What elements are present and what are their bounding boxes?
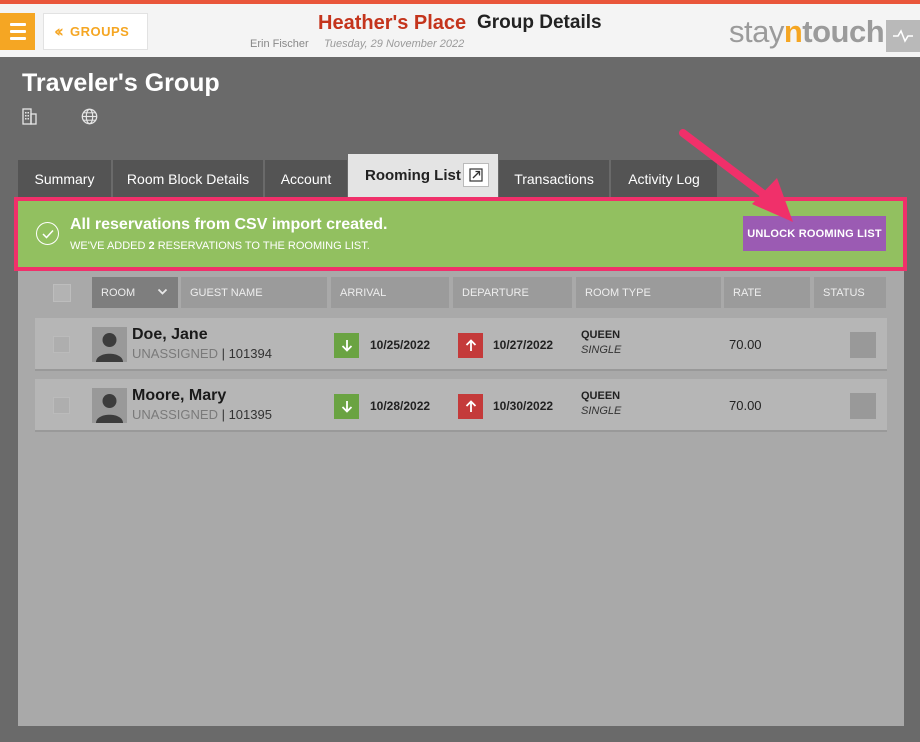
tab-rooming-list[interactable]: Rooming List [348,154,498,197]
tab-transactions[interactable]: Transactions [499,160,609,197]
logo-text-touch: touch [802,14,885,49]
tab-label: Activity Log [628,170,700,187]
tab-label: Rooming List [365,167,461,184]
menu-icon-bar [9,23,26,26]
column-header-room-type: ROOM TYPE [576,277,721,308]
room-type: QUEEN [581,390,621,402]
guest-room-info: UNASSIGNED | 101395 [132,407,272,422]
column-label: DEPARTURE [462,286,529,299]
banner-title: All reservations from CSV import created… [70,216,388,233]
occupancy: SINGLE [581,405,622,417]
page-heading: Group Details [477,12,602,33]
row-checkbox[interactable] [53,336,70,353]
room-type: QUEEN [581,329,621,341]
chevron-down-icon [157,288,168,295]
rooming-list-table-header: ROOM GUEST NAME ARRIVAL DEPARTURE ROOM T… [35,277,887,309]
logo-text-stay: stay [729,14,784,49]
hotel-name: Heather's Place [318,12,467,34]
guest-name[interactable]: Doe, Jane [132,326,208,344]
column-header-rate: RATE [724,277,810,308]
guest-name[interactable]: Moore, Mary [132,387,226,405]
check-circle-icon [36,222,59,245]
logo-text-n: n [783,14,803,49]
column-label: ROOM TYPE [585,286,651,299]
column-header-room: ROOM [101,286,136,299]
tab-room-block-details[interactable]: Room Block Details [113,160,263,197]
tab-label: Room Block Details [126,170,250,187]
arrow-up-icon [458,394,483,419]
room-assignment: UNASSIGNED [132,407,218,422]
column-header-status: STATUS [814,277,886,308]
arrow-up-icon [458,333,483,358]
stayntouch-logo: stayntouch [729,14,885,50]
banner-sub-prefix: WE'VE ADDED [70,240,146,252]
room-assignment: UNASSIGNED [132,346,218,361]
user-name: Erin Fischer [250,38,309,50]
unlock-rooming-list-button[interactable]: UNLOCK ROOMING LIST [743,216,886,251]
banner-sub-suffix: RESERVATIONS TO THE ROOMING LIST. [157,240,370,252]
business-date: Tuesday, 29 November 2022 [324,38,465,50]
tab-summary[interactable]: Summary [18,160,111,197]
room-column-sort[interactable]: ROOM [92,277,178,308]
menu-button[interactable] [0,13,35,50]
arrow-down-icon [334,394,359,419]
rate: 70.00 [729,337,762,352]
column-label: RATE [733,286,762,299]
menu-icon-bar [9,30,26,33]
tab-account[interactable]: Account [265,160,347,197]
departure-date: 10/30/2022 [493,399,554,413]
import-success-banner: All reservations from CSV import created… [14,197,907,271]
tab-activity-log[interactable]: Activity Log [611,160,717,197]
banner-subtitle: WE'VE ADDED 2 RESERVATIONS TO THE ROOMIN… [70,240,370,252]
groups-button-label: GROUPS [70,24,130,39]
arrow-down-icon [334,333,359,358]
double-chevron-left-icon: ‹‹ [54,21,64,42]
select-all-checkbox[interactable] [53,284,71,302]
occupancy: SINGLE [581,344,622,356]
arrival-date: 10/25/2022 [370,338,431,352]
group-title: Traveler's Group [22,69,220,97]
back-to-groups-button[interactable]: ‹‹ GROUPS [43,13,148,50]
reservation-count: 2 [148,240,155,252]
column-header-guest-name: GUEST NAME [181,277,327,308]
tab-label: Account [280,170,332,187]
departure-date: 10/27/2022 [493,338,554,352]
guest-room-info: UNASSIGNED | 101394 [132,346,272,361]
column-label: STATUS [823,286,865,299]
column-label: ARRIVAL [340,286,387,299]
pulse-icon [893,29,913,43]
row-checkbox[interactable] [53,397,70,414]
avatar [92,388,127,423]
column-header-departure: DEPARTURE [453,277,572,308]
activity-button[interactable] [886,20,920,52]
table-row[interactable]: Doe, Jane UNASSIGNED | 101394 10/25/2022… [35,318,887,371]
avatar [92,327,127,362]
globe-icon[interactable] [81,108,98,130]
table-row[interactable]: Moore, Mary UNASSIGNED | 101395 10/28/20… [35,379,887,432]
menu-icon-bar [9,37,26,40]
expand-icon[interactable] [463,163,489,187]
status-indicator [850,393,876,419]
tab-label: Summary [34,170,95,187]
rate: 70.00 [729,398,762,413]
confirmation-number: 101395 [228,407,272,422]
app-header: ‹‹ GROUPS Heather's Place Group Details … [0,4,920,57]
column-label: GUEST NAME [190,286,263,299]
confirmation-number: 101394 [228,346,272,361]
building-icon[interactable] [22,108,38,130]
tab-label: Transactions [514,170,594,187]
arrival-date: 10/28/2022 [370,399,431,413]
status-indicator [850,332,876,358]
column-header-arrival: ARRIVAL [331,277,449,308]
